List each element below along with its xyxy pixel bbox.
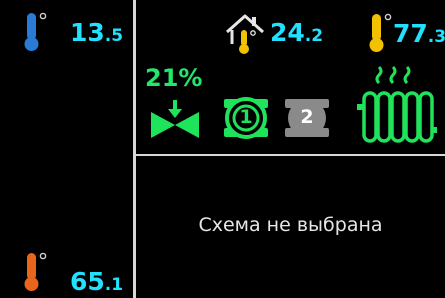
supply-temperature: 77.3 xyxy=(393,19,445,48)
thermometer-orange-icon xyxy=(24,252,47,291)
thermometer-yellow-icon xyxy=(369,13,392,52)
outdoor-temperature: 13.5 xyxy=(70,18,124,47)
house-thermometer-icon xyxy=(226,14,264,54)
pump-1-label: 1 xyxy=(239,106,253,128)
vertical-divider xyxy=(133,0,136,298)
valve-percent: 21% xyxy=(145,64,203,92)
indoor-temperature: 24.2 xyxy=(270,18,324,47)
horizontal-divider xyxy=(136,154,445,156)
mixing-valve-icon xyxy=(151,100,199,138)
thermometer-blue-icon xyxy=(24,12,47,51)
boiler-temperature: 65.1 xyxy=(70,267,124,296)
pump-2-label: 2 xyxy=(300,106,314,128)
scheme-status-message: Схема не выбрана xyxy=(198,214,383,236)
radiator-heating-icon xyxy=(357,65,437,143)
controller-screen: 13.5 65.1 24.2 77.3 21% 1 2 Схема не выб… xyxy=(0,0,445,298)
